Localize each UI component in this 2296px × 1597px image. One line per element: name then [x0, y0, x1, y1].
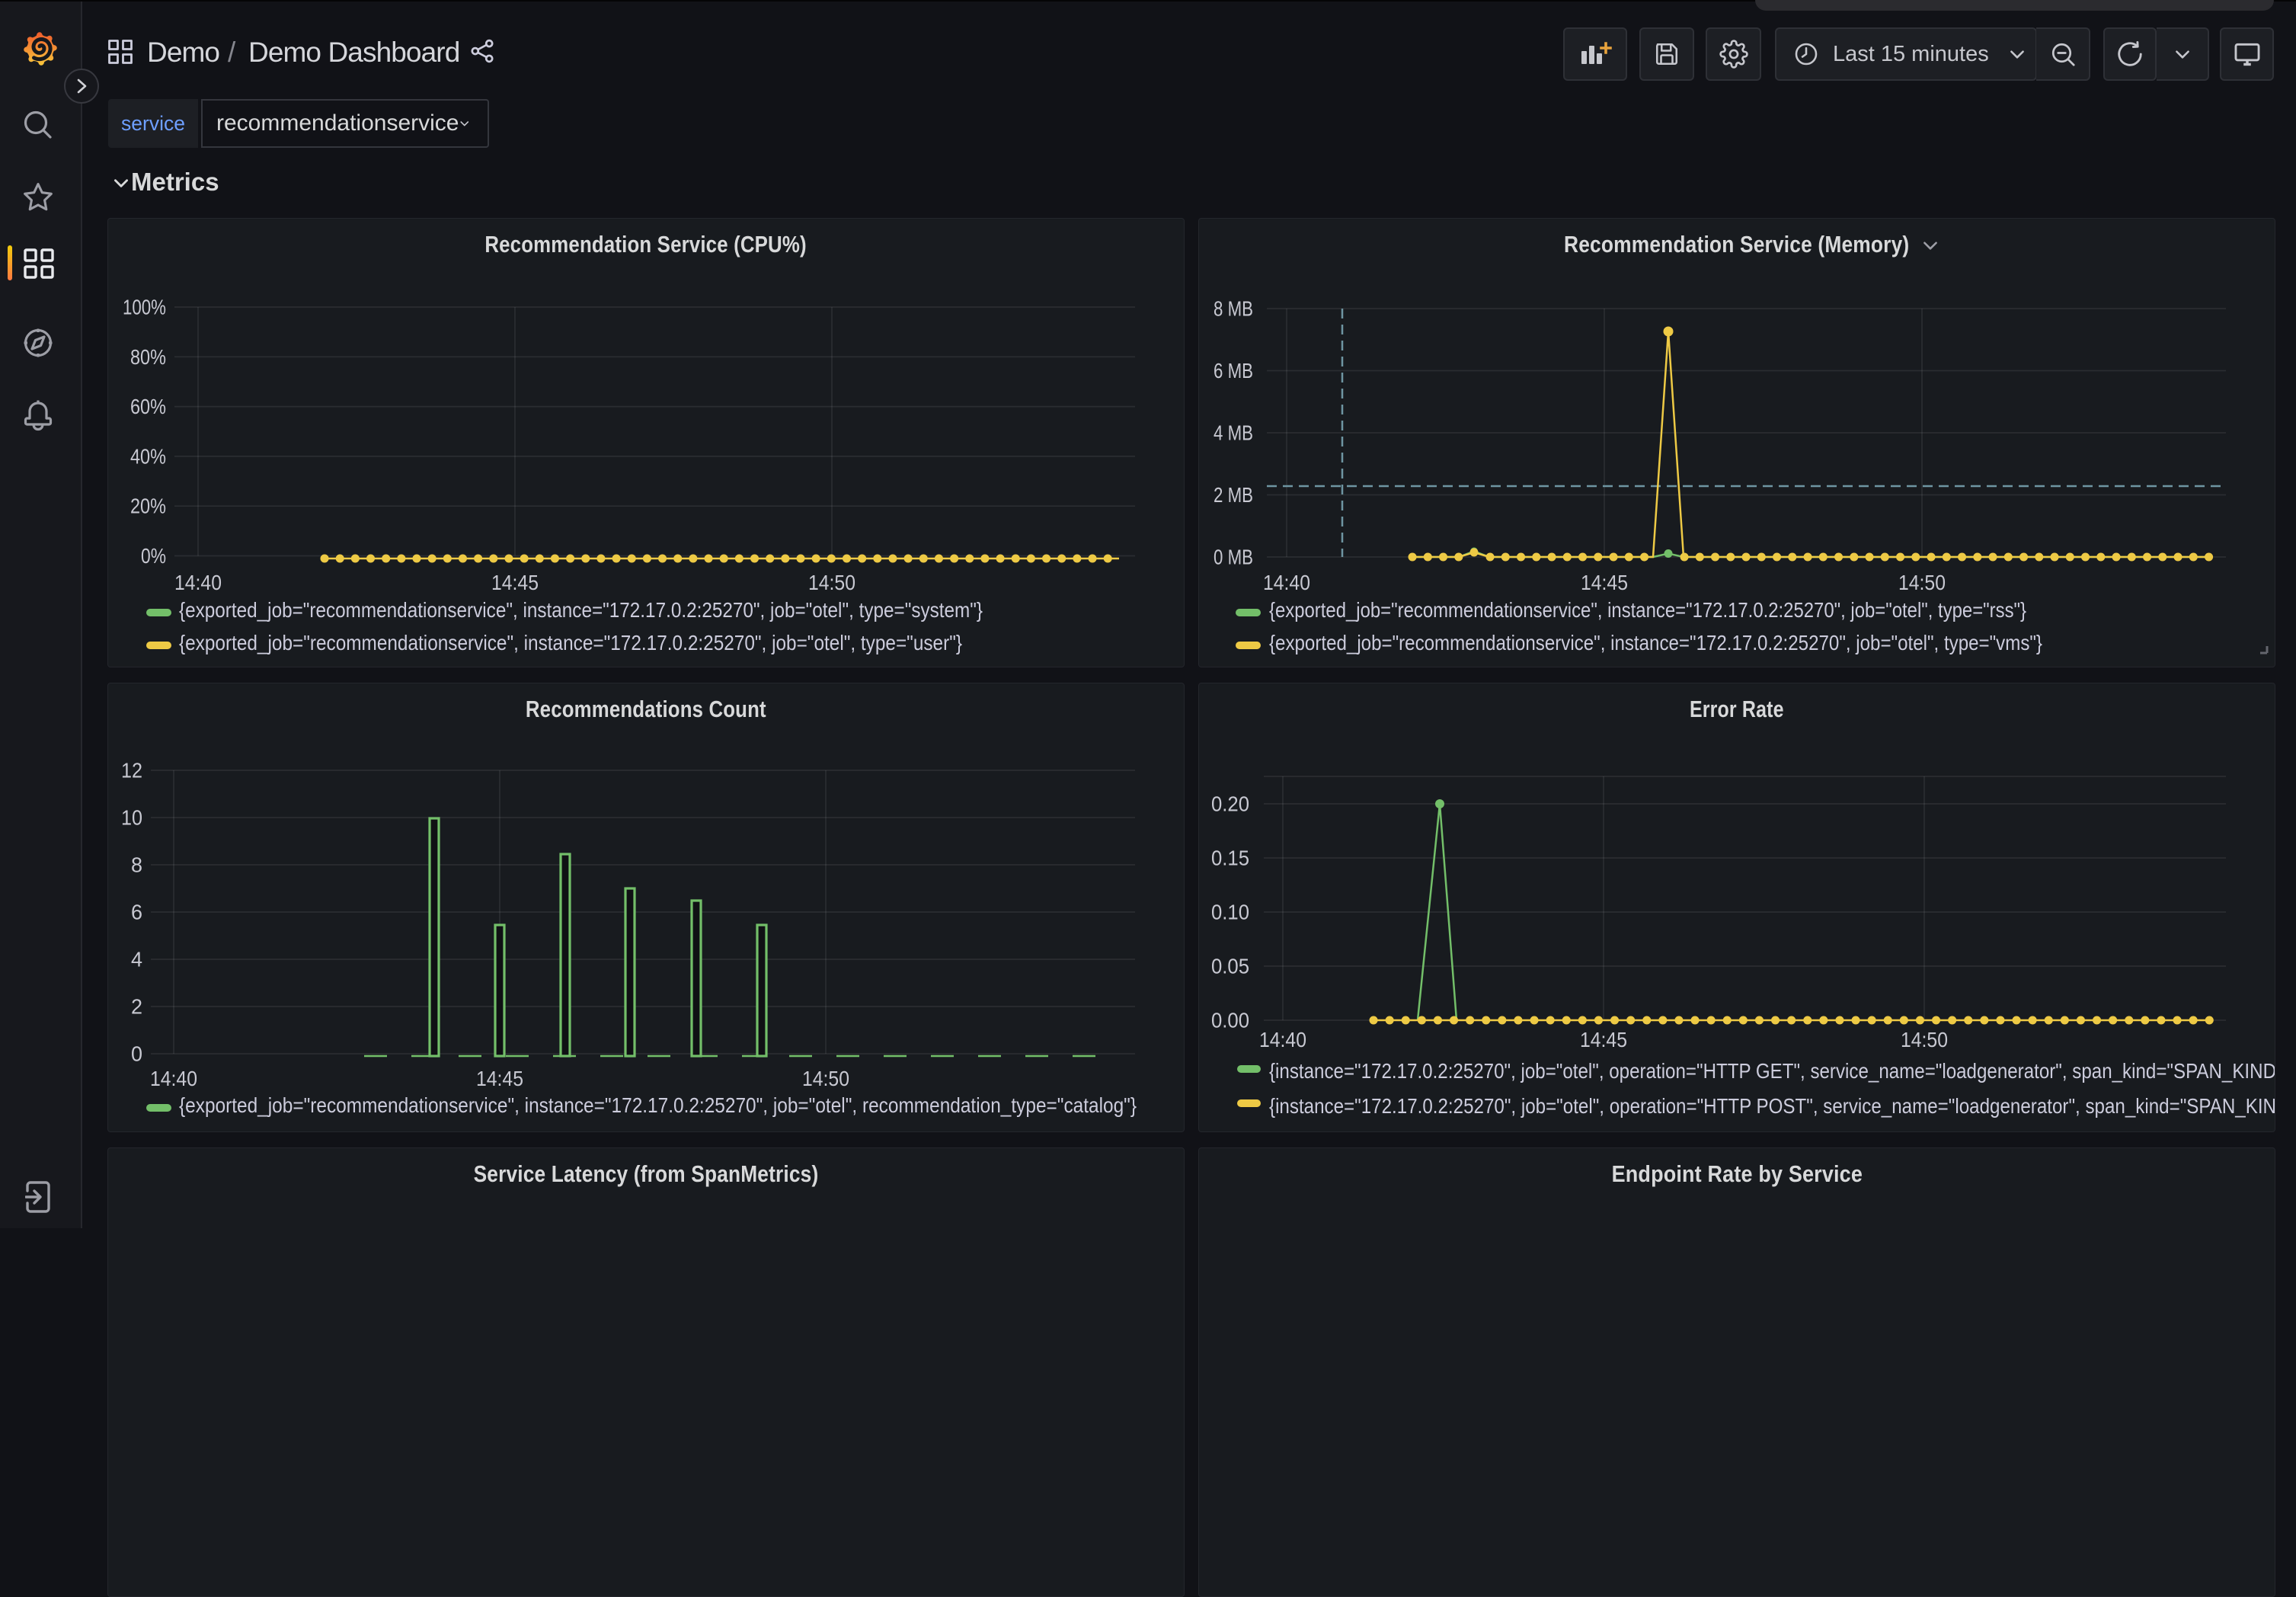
svg-text:100%: 100% — [123, 296, 166, 319]
svg-text:{instance="172.17.0.2:25270",: {instance="172.17.0.2:25270", job="otel"… — [1269, 1059, 2275, 1083]
svg-text:14:40: 14:40 — [150, 1067, 197, 1090]
svg-text:14:40: 14:40 — [174, 571, 222, 594]
svg-text:6 MB: 6 MB — [1214, 359, 1253, 382]
svg-text:14:50: 14:50 — [1898, 571, 1946, 594]
svg-text:8: 8 — [131, 853, 142, 877]
svg-text:14:50: 14:50 — [1901, 1028, 1948, 1051]
svg-text:20%: 20% — [130, 494, 166, 518]
svg-text:0.20: 0.20 — [1211, 792, 1249, 816]
svg-text:14:40: 14:40 — [1259, 1028, 1306, 1051]
svg-text:{exported_job="recommendations: {exported_job="recommendationservice", i… — [179, 631, 962, 654]
svg-text:60%: 60% — [130, 395, 166, 418]
svg-text:8 MB: 8 MB — [1214, 297, 1253, 321]
svg-text:0: 0 — [131, 1042, 142, 1066]
svg-text:14:50: 14:50 — [808, 571, 855, 594]
svg-text:0.00: 0.00 — [1211, 1009, 1249, 1032]
svg-text:40%: 40% — [130, 444, 166, 468]
svg-text:80%: 80% — [130, 345, 166, 369]
svg-text:{exported_job="recommendations: {exported_job="recommendationservice", i… — [1269, 631, 2042, 654]
svg-text:12: 12 — [121, 759, 142, 782]
svg-text:0.05: 0.05 — [1211, 955, 1249, 978]
svg-text:14:45: 14:45 — [1581, 571, 1628, 594]
svg-text:0.10: 0.10 — [1211, 901, 1249, 924]
svg-text:6: 6 — [131, 901, 142, 924]
svg-text:14:45: 14:45 — [1580, 1028, 1627, 1051]
svg-text:4: 4 — [131, 948, 142, 971]
svg-text:0%: 0% — [141, 544, 166, 568]
svg-text:0.15: 0.15 — [1211, 847, 1249, 870]
svg-text:2: 2 — [131, 995, 142, 1019]
svg-text:{exported_job="recommendations: {exported_job="recommendationservice", i… — [1269, 598, 2026, 622]
svg-text:14:45: 14:45 — [476, 1067, 523, 1090]
svg-text:{exported_job="recommendations: {exported_job="recommendationservice", i… — [179, 1093, 1137, 1117]
svg-text:0 MB: 0 MB — [1214, 546, 1253, 569]
svg-text:14:50: 14:50 — [802, 1067, 849, 1090]
svg-text:10: 10 — [121, 806, 142, 830]
svg-text:{exported_job="recommendations: {exported_job="recommendationservice", i… — [179, 598, 983, 622]
svg-text:4 MB: 4 MB — [1214, 421, 1253, 445]
svg-text:{instance="172.17.0.2:25270",: {instance="172.17.0.2:25270", job="otel"… — [1269, 1094, 2275, 1118]
svg-text:2 MB: 2 MB — [1214, 483, 1253, 507]
svg-text:14:45: 14:45 — [491, 571, 539, 594]
svg-text:14:40: 14:40 — [1263, 571, 1310, 594]
